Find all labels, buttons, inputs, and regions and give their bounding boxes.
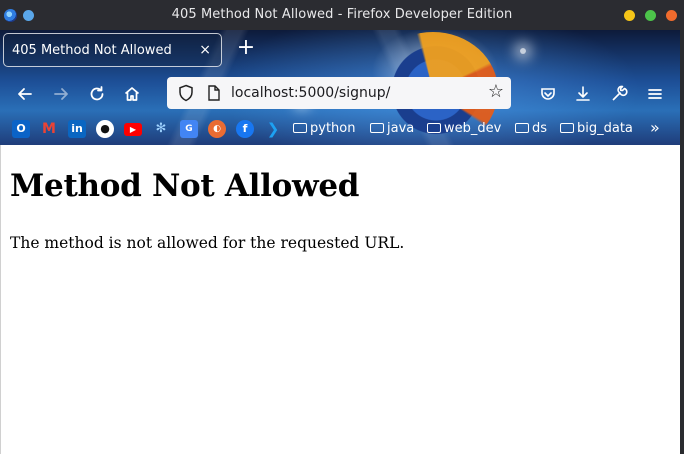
pocket-icon[interactable] [536,82,560,106]
window-right-border [680,30,684,454]
github-icon[interactable]: ● [96,120,114,138]
reload-icon[interactable] [85,82,109,106]
folder-icon [293,123,307,133]
bookmark-folder-label: big_data [577,121,633,136]
home-icon[interactable] [120,82,144,106]
url-text[interactable]: localhost:5000/signup/ [231,85,390,101]
bookmark-folder-python[interactable]: python [293,119,355,139]
folder-icon [370,123,384,133]
tracking-protection-shield-icon[interactable] [176,83,196,103]
error-message: The method is not allowed for the reques… [10,234,405,252]
gmail-icon[interactable]: M [40,120,58,138]
tab-active[interactable]: 405 Method Not Allowed × [3,33,222,67]
page-content: Method Not Allowed The method is not all… [0,145,680,454]
outlook-icon[interactable]: O [12,120,30,138]
hamburger-menu-icon[interactable] [643,82,667,106]
bookmark-folder-big-data[interactable]: big_data [560,119,633,139]
folder-icon [427,123,441,133]
bookmark-folder-label: ds [532,121,548,136]
folder-icon [560,123,574,133]
download-icon[interactable] [571,82,595,106]
bookmark-folder-label: python [310,121,356,136]
facebook-icon[interactable]: f [236,120,254,138]
back-arrow-icon[interactable] [13,82,37,106]
bookmark-folder-label: web_dev [444,121,502,136]
tab-close-icon[interactable]: × [199,41,211,59]
bookmark-site-icon[interactable]: ◐ [208,120,226,138]
forward-arrow-icon[interactable] [49,82,73,106]
bookmarks-overflow-chevron-icon[interactable]: » [650,118,660,138]
twitter-icon[interactable]: ❯ [264,120,282,138]
linkedin-icon[interactable]: in [68,120,86,138]
page-heading: Method Not Allowed [10,168,360,204]
close-window-button[interactable] [666,10,677,21]
theme-flare [520,48,526,54]
minimize-button[interactable] [624,10,635,21]
google-translate-icon[interactable]: G [180,120,198,138]
browser-toolbar-area: 405 Method Not Allowed × + localhost:500… [0,30,680,145]
bookmark-star-icon[interactable]: ☆ [488,81,504,103]
wrench-icon[interactable] [607,82,631,106]
new-tab-button[interactable]: + [236,37,256,59]
page-info-icon[interactable] [205,84,223,102]
youtube-icon[interactable]: ▶ [124,123,142,136]
python-icon[interactable]: ✻ [152,120,170,138]
bookmark-folder-ds[interactable]: ds [515,119,547,139]
bookmark-folder-java[interactable]: java [370,119,414,139]
bookmark-folder-web-dev[interactable]: web_dev [427,119,501,139]
url-bar[interactable]: localhost:5000/signup/ ☆ [167,77,511,109]
window-titlebar: 405 Method Not Allowed - Firefox Develop… [0,0,684,30]
tab-title: 405 Method Not Allowed [12,43,172,58]
bookmark-folder-label: java [387,121,415,136]
folder-icon [515,123,529,133]
maximize-button[interactable] [645,10,656,21]
window-title: 405 Method Not Allowed - Firefox Develop… [171,7,513,22]
